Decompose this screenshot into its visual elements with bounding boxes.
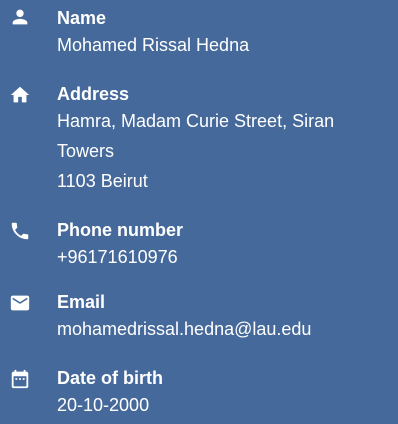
address-label: Address — [57, 84, 130, 104]
name-label: Name — [57, 8, 107, 28]
phone-label: Phone number — [57, 220, 184, 240]
phone-icon — [9, 220, 31, 242]
name-value: Mohamed Rissal Hedna — [57, 35, 250, 55]
email-value: mohamedrissal.hedna@lau.edu — [57, 319, 312, 339]
dob-value: 20-10-2000 — [57, 395, 150, 415]
contact-info-list: Name Mohamed Rissal Hedna Address Hamra,… — [0, 0, 398, 424]
address-line-1: Hamra, Madam Curie Street, Siran — [57, 111, 335, 131]
email-label: Email — [57, 292, 106, 312]
address-line-2: Towers — [57, 141, 115, 161]
home-icon — [9, 84, 31, 106]
calendar-icon — [9, 368, 31, 390]
person-icon — [9, 6, 31, 28]
dob-label: Date of birth — [57, 368, 163, 388]
address-line-3: 1103 Beirut — [57, 171, 148, 191]
mail-icon — [9, 292, 31, 314]
phone-value: +96171610976 — [57, 247, 178, 267]
